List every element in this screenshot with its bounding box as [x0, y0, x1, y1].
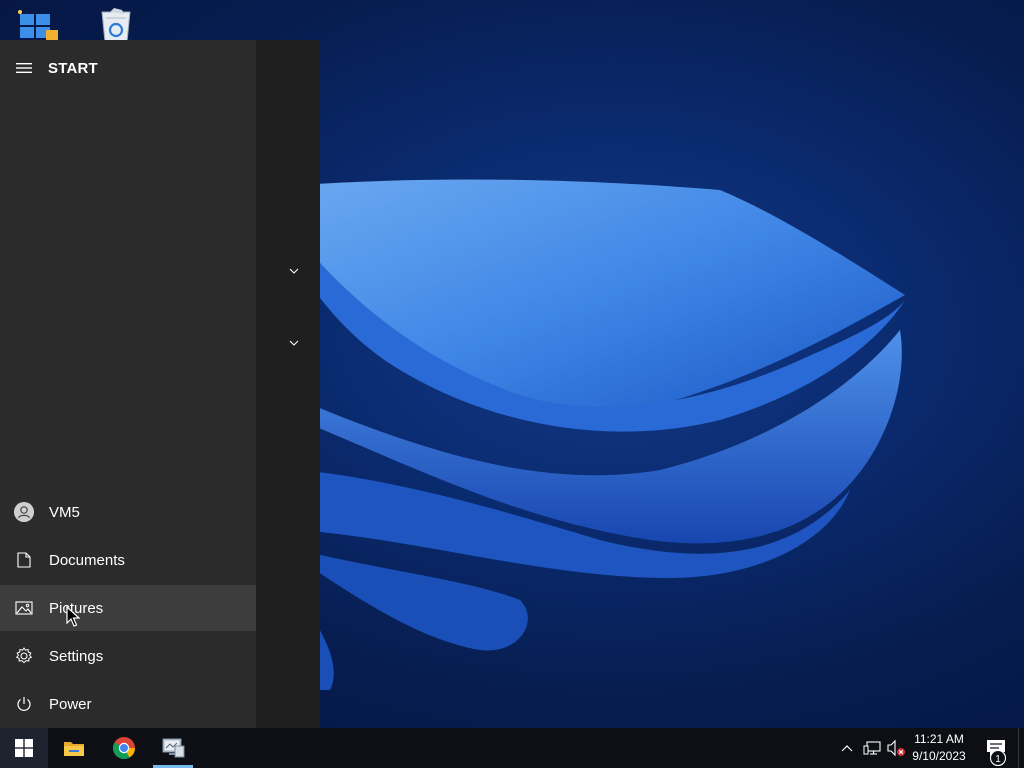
start-item-label: Power	[49, 695, 92, 713]
mouse-cursor-icon	[66, 605, 81, 633]
pictures-icon	[15, 601, 33, 615]
clock-date: 9/10/2023	[912, 749, 966, 763]
show-desktop-button[interactable]	[1018, 728, 1024, 768]
user-avatar-icon	[14, 502, 34, 522]
start-menu-rail: START VM5 Documents Pictures Settings Po…	[0, 40, 256, 728]
power-icon	[17, 697, 31, 711]
network-app-button[interactable]	[149, 728, 197, 768]
windows-logo-icon	[15, 739, 33, 757]
start-tiles-area	[256, 40, 320, 728]
document-icon	[17, 552, 31, 568]
start-item-pictures[interactable]: Pictures	[0, 585, 256, 631]
hamburger-menu-icon[interactable]	[0, 52, 48, 84]
recycle-bin-icon[interactable]	[96, 8, 140, 43]
volume-tray-button[interactable]	[884, 728, 908, 768]
start-item-label: VM5	[49, 503, 80, 521]
taskbar-clock[interactable]: 11:21 AM 9/10/2023	[908, 728, 970, 768]
network-tray-button[interactable]	[860, 728, 884, 768]
gear-icon	[15, 647, 33, 664]
start-item-label: Documents	[49, 551, 125, 569]
chevron-down-icon[interactable]	[282, 261, 306, 281]
svg-text:1: 1	[995, 754, 1001, 765]
start-item-label: Settings	[49, 647, 104, 665]
clock-time: 11:21 AM	[914, 732, 964, 746]
start-button[interactable]	[0, 728, 48, 768]
chrome-button[interactable]	[100, 728, 148, 768]
start-item-documents[interactable]: Documents	[0, 537, 256, 583]
start-menu: START VM5 Documents Pictures Settings Po…	[0, 40, 320, 728]
monitor-app-icon	[162, 738, 185, 758]
start-item-settings[interactable]: Settings	[0, 633, 256, 679]
start-title: START	[48, 59, 98, 77]
start-header: START	[0, 52, 256, 84]
taskbar: 11:21 AM 9/10/2023	[0, 728, 1024, 768]
chrome-icon	[113, 737, 135, 759]
volume-muted-icon	[887, 739, 905, 757]
windows-setup-icon[interactable]	[16, 8, 60, 42]
notification-count-badge: 1	[989, 749, 1007, 767]
start-item-user[interactable]: VM5	[0, 489, 256, 535]
network-icon	[863, 741, 881, 755]
chevron-up-icon	[841, 745, 853, 752]
file-explorer-button[interactable]	[50, 728, 98, 768]
start-item-power[interactable]: Power	[0, 681, 256, 727]
chevron-down-icon[interactable]	[282, 333, 306, 353]
folder-icon	[64, 742, 84, 756]
show-hidden-icons-button[interactable]	[836, 728, 858, 768]
